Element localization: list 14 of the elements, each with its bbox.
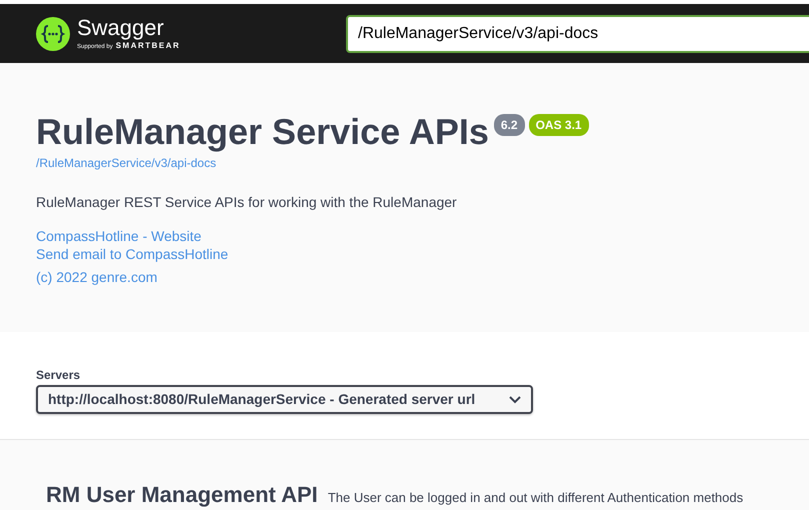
api-title: RuleManager Service APIs [36, 111, 489, 153]
tag-description: The User can be logged in and out with different Authentication methods [328, 489, 744, 507]
api-description: RuleManager REST Service APIs for working with the RuleManager [36, 193, 458, 212]
license-text: (c) 2022 genre.com [36, 268, 158, 287]
chevron-down-icon [509, 396, 521, 404]
version-badge: 6.2 [494, 114, 525, 136]
tag-title[interactable]: RM User Management API [46, 478, 318, 510]
logo-icon [36, 16, 70, 50]
logo-name: Swagger [77, 17, 165, 39]
url-field[interactable]: /RuleManagerService/v3/api-docs [346, 14, 809, 52]
server-select[interactable]: http://localhost:8080/RuleManagerService - Generated server url [36, 385, 533, 414]
oas-badge: OAS 3.1 [528, 114, 589, 136]
servers-label: Servers [36, 367, 82, 384]
logo-brand: SMARTBEAR [116, 42, 180, 50]
